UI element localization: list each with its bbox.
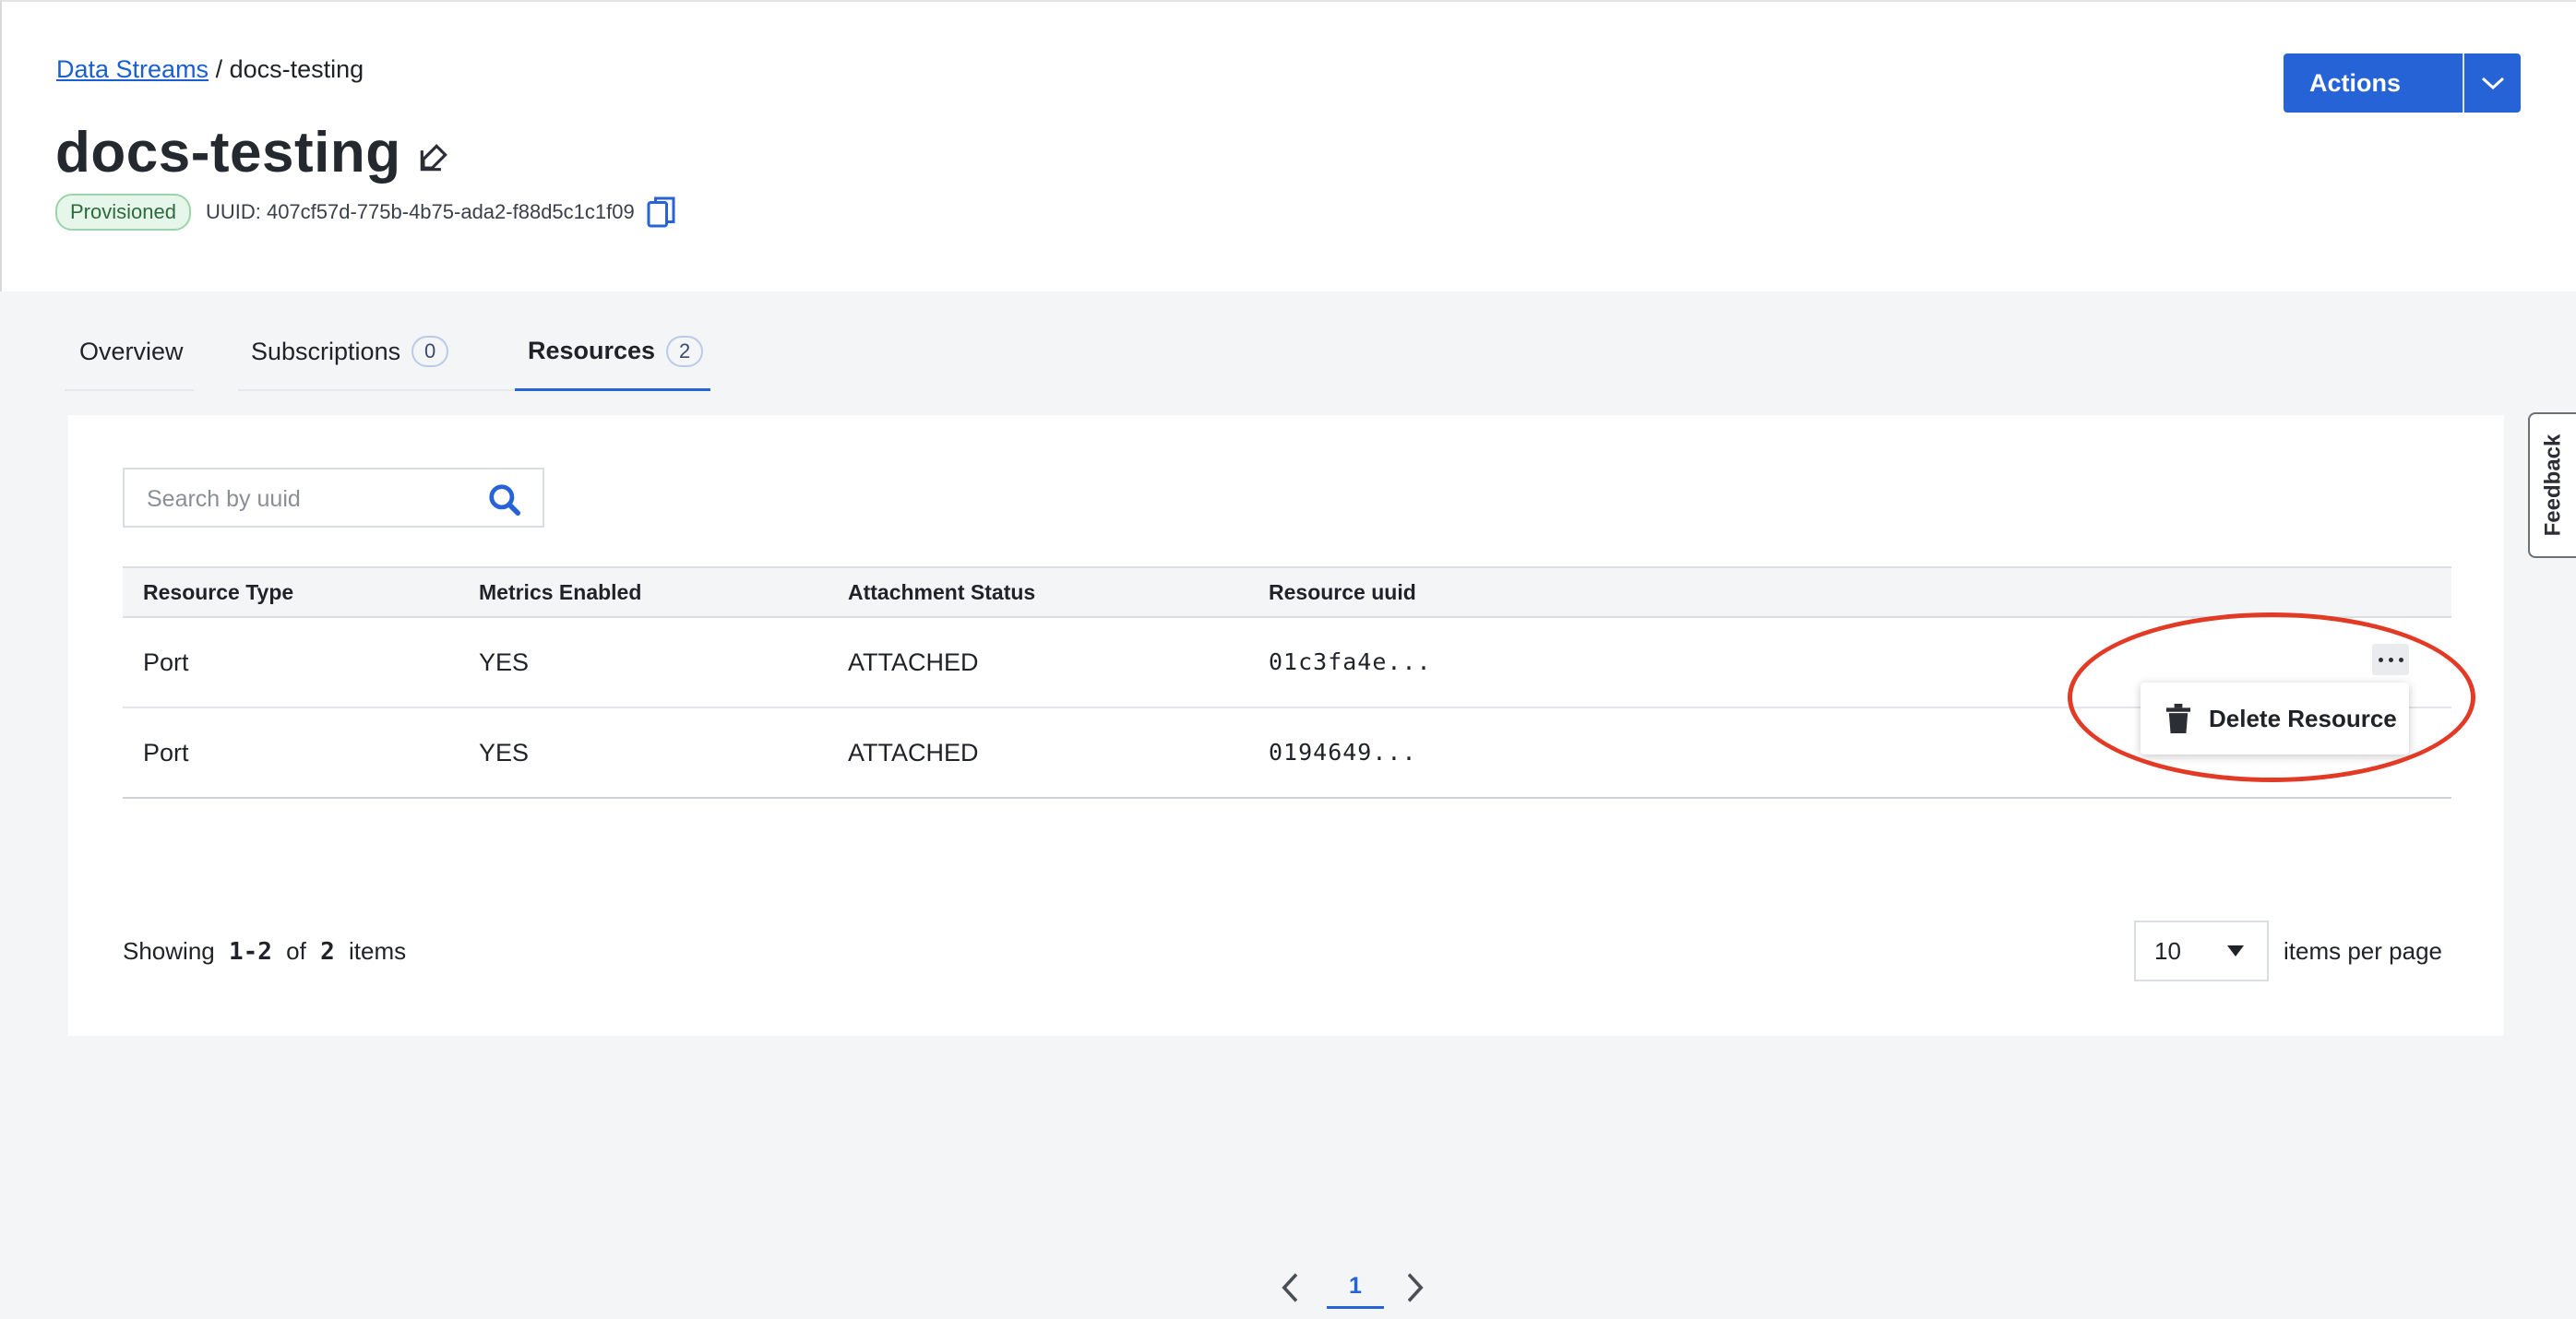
page-size-select[interactable]: 10 [2134,921,2269,981]
chevron-left-icon[interactable] [1277,1271,1305,1304]
showing-items: items [348,937,407,965]
page-size-value: 10 [2154,937,2181,965]
breadcrumb-separator: / [215,55,223,83]
search-box [123,468,544,528]
cell-attachment-status: ATTACHED [848,739,979,766]
feedback-tab[interactable]: Feedback [2528,412,2576,558]
highlight-annotation [2068,612,2475,782]
tab-label: Overview [79,337,184,365]
column-header-attachment-status: Attachment Status [848,580,1036,604]
meta-row: Provisioned UUID: 407cf57d-775b-4b75-ada… [55,194,679,231]
cell-resource-type: Port [143,648,189,676]
showing-summary: Showing 1-2 of 2 items [123,937,406,966]
caret-down-icon [2227,945,2244,957]
column-header-resource-type: Resource Type [143,580,294,604]
actions-button[interactable]: Actions [2284,53,2521,113]
cell-resource-uuid: 0194649... [1269,739,1417,766]
actions-dropdown-toggle[interactable] [2464,53,2521,113]
page-number[interactable]: 1 [1327,1266,1384,1309]
showing-of: of [286,937,306,965]
cell-metrics-enabled: YES [479,648,530,676]
edit-icon[interactable] [416,140,451,175]
showing-prefix: Showing [123,937,215,965]
table-header: Resource Type Metrics Enabled Attachment… [123,566,2451,618]
per-page-label: items per page [2284,937,2442,965]
chevron-right-icon[interactable] [1401,1271,1428,1304]
uuid-text: UUID: 407cf57d-775b-4b75-ada2-f88d5c1c1f… [205,200,635,223]
breadcrumb-link-data-streams[interactable]: Data Streams [56,55,209,83]
tab-label: Subscriptions [251,337,401,365]
showing-total: 2 [320,938,335,966]
breadcrumb-current: docs-testing [229,55,364,83]
column-header-resource-uuid: Resource uuid [1269,580,1416,604]
breadcrumb: Data Streams / docs-testing [56,55,364,84]
page-header: Data Streams / docs-testing docs-testing… [0,0,2576,291]
page-title-row: docs-testing [55,120,451,185]
search-input[interactable] [145,481,481,517]
column-header-metrics-enabled: Metrics Enabled [479,580,642,604]
cell-resource-type: Port [143,739,189,766]
page-title: docs-testing [55,121,401,184]
tab-resources[interactable]: Resources 2 [515,314,710,391]
chevron-down-icon [2481,77,2504,90]
search-icon[interactable] [487,482,522,517]
cell-metrics-enabled: YES [479,739,530,766]
showing-range: 1-2 [228,938,272,966]
cell-attachment-status: ATTACHED [848,648,979,676]
cell-resource-uuid: 01c3fa4e... [1269,648,1432,675]
feedback-inner: Feedback [2530,414,2576,556]
tab-overview[interactable]: Overview [65,314,194,391]
copy-icon[interactable] [646,194,679,231]
actions-label: Actions [2309,69,2402,97]
tab-count-badge: 2 [666,335,704,367]
tab-label: Resources [528,337,656,364]
feedback-label: Feedback [2540,434,2565,537]
status-badge: Provisioned [55,194,191,231]
tab-count-badge: 0 [411,336,449,367]
tab-subscriptions[interactable]: Subscriptions 0 [238,314,535,391]
